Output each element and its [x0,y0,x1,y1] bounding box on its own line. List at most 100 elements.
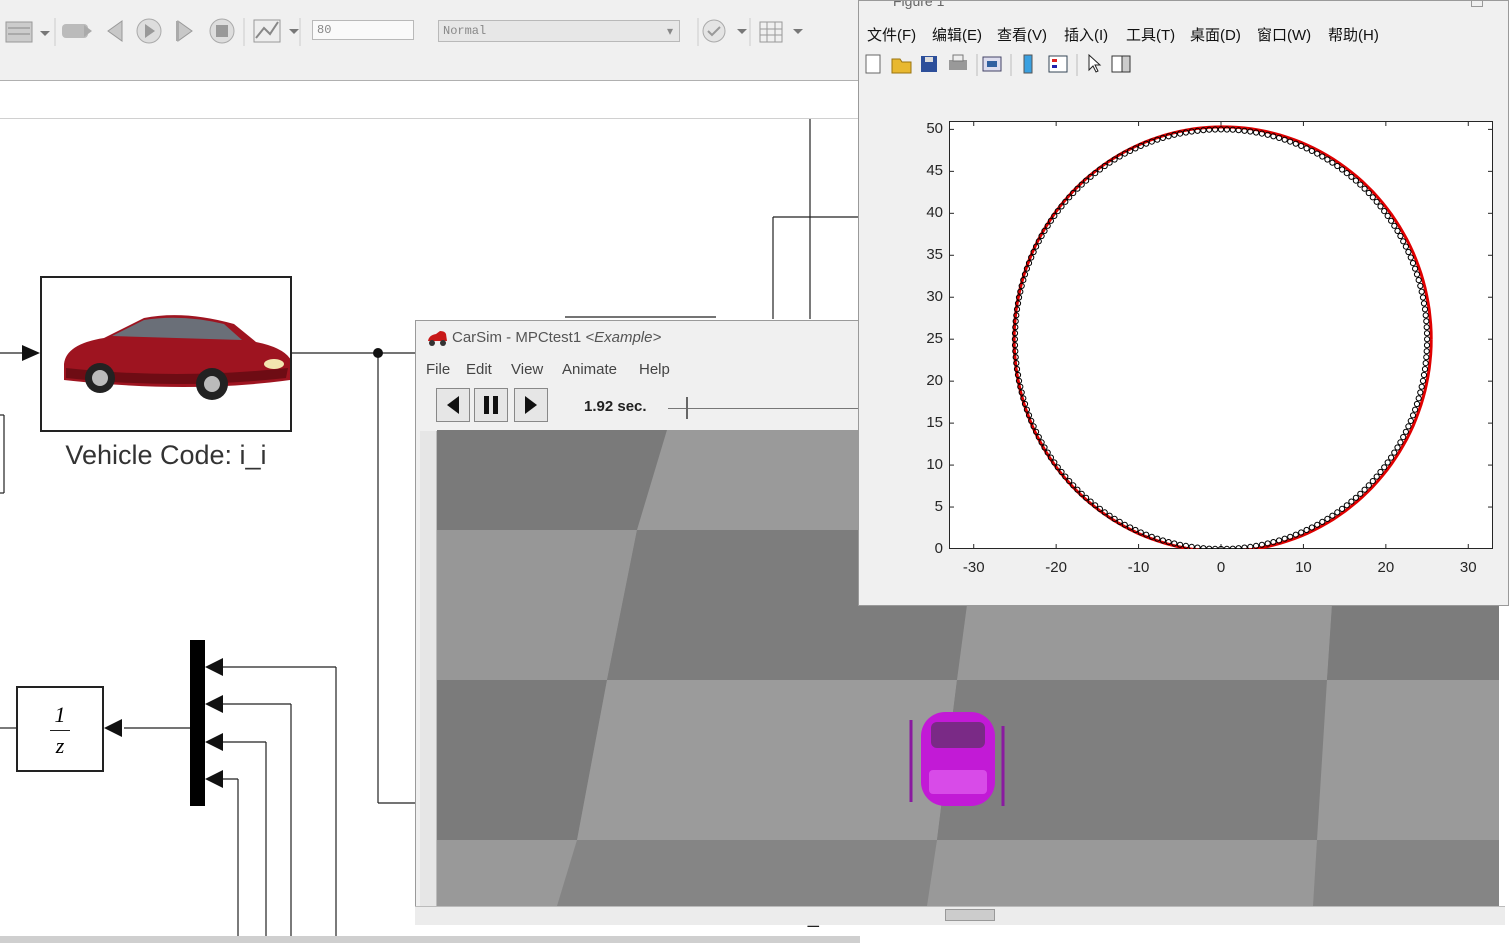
input-arrow [22,345,40,361]
chevron-down-icon[interactable] [40,31,50,36]
series-black-marker [1365,482,1372,489]
series-black-marker [1419,377,1427,384]
step-forward-icon[interactable] [176,20,193,42]
series-black-marker [1381,208,1388,215]
pause-button[interactable] [474,388,508,422]
series-black-marker [1423,342,1431,349]
series-black-marker [1423,354,1430,361]
figure-toolbar [865,53,1131,76]
x-tick-label: 0 [1216,559,1226,576]
chevron-down-icon[interactable] [737,29,747,34]
legend-icon[interactable] [1048,55,1068,73]
menu-file[interactable]: 文件(F) [867,24,916,45]
time-slider-thumb[interactable] [686,397,688,419]
step-back-icon[interactable] [107,20,123,42]
y-tick-label: 0 [934,540,943,557]
link-icon[interactable] [982,56,1002,72]
series-black-marker [1369,194,1376,201]
window-title-suffix: <Example> [585,329,662,346]
series-black-marker [1412,406,1419,413]
print-icon[interactable] [949,54,967,70]
delay-numerator: 1 [54,702,66,727]
menu-view[interactable]: 查看(V) [997,24,1047,45]
series-black-marker [1343,170,1350,177]
series-black-marker [1424,336,1431,343]
menu-insert[interactable]: 插入(I) [1064,24,1108,45]
menu-file[interactable]: File [426,361,450,378]
time-slider-track[interactable] [668,408,868,409]
pointer-icon[interactable] [1088,53,1102,73]
stop-time-input[interactable]: 80 [312,20,414,40]
resize-grip[interactable] [945,909,995,921]
series-black-marker [1397,232,1404,240]
menu-window[interactable]: 窗口(W) [1257,24,1311,45]
series-black-marker [1413,400,1421,408]
series-black-marker [1391,222,1398,229]
stop-icon[interactable] [209,18,235,44]
menu-tools[interactable]: 工具(T) [1126,24,1175,45]
mux-block[interactable] [190,640,205,806]
carsim-vehicle-block[interactable] [40,276,292,432]
x-tick-label: -10 [1127,559,1150,576]
y-tick-label: 20 [926,372,943,390]
library-icon[interactable] [5,21,33,43]
y-tick-label: 35 [926,246,943,264]
chevron-down-icon[interactable] [289,29,299,34]
grid-icon[interactable] [759,21,783,43]
series-black-marker [1420,300,1428,307]
pause-icon [484,396,498,414]
series-black-marker [1348,173,1355,180]
window-title-text: CarSim - MPCtest1 [452,329,582,346]
delay-input-arrow [104,719,122,737]
matlab-figure-window: Figure 1 文件(F) 编辑(E) 查看(V) 插入(I) 工具(T) 桌… [858,0,1509,606]
menu-help[interactable]: 帮助(H) [1328,24,1379,45]
run-icon[interactable] [136,18,162,44]
check-icon[interactable] [702,19,726,43]
series-black-marker [1373,198,1380,205]
series-black-marker [1314,521,1321,528]
series-black-marker [1308,147,1315,154]
animation-time: 1.92 sec. [584,398,647,415]
series-black-marker [1373,473,1380,480]
save-icon[interactable] [921,56,937,72]
series-black-marker [1407,254,1414,261]
splitter-handle[interactable] [420,431,437,907]
menu-edit[interactable]: Edit [466,361,492,378]
open-folder-icon[interactable] [891,58,912,74]
colorbar-icon[interactable] [1023,54,1033,74]
menu-desktop[interactable]: 桌面(D) [1190,24,1241,45]
step-back-icon[interactable] [62,24,92,38]
property-editor-icon[interactable] [1111,55,1131,73]
chevron-down-icon[interactable] [793,29,803,34]
series-black-marker [1402,428,1409,435]
menu-help[interactable]: Help [639,361,670,378]
x-tick-label: 10 [1295,559,1312,576]
new-file-icon[interactable] [865,54,881,74]
series-black-marker [1377,468,1384,476]
y-tick-label: 25 [926,330,943,348]
x-tick-label: 20 [1377,559,1395,576]
x-tick-label: -30 [962,559,985,576]
menu-view[interactable]: View [511,361,543,378]
series-black-marker [1419,294,1427,301]
menu-edit[interactable]: 编辑(E) [932,24,982,45]
step-forward-button[interactable] [514,388,548,422]
unit-delay-block[interactable]: 1 z [16,686,104,772]
series-black-marker [1421,366,1429,373]
series-black-marker [1407,417,1414,424]
plot-axes[interactable] [949,121,1493,554]
menu-animate[interactable]: Animate [562,361,617,378]
figure-title: Figure 1 [893,1,945,9]
series-black-marker [1314,150,1321,157]
scope-icon[interactable] [253,19,281,43]
y-tick-label: 10 [926,456,943,474]
simulation-mode-select[interactable]: Normal ▾ [438,20,680,42]
mux-input-arrow [205,695,223,713]
step-backward-button[interactable] [436,388,470,422]
series-black-marker [1421,306,1429,313]
axes-box [949,121,1493,549]
maximize-icon[interactable] [1471,1,1483,7]
y-tick-label: 15 [926,414,943,432]
series-black-marker [1405,248,1412,256]
horizontal-scrollbar[interactable] [0,936,860,943]
